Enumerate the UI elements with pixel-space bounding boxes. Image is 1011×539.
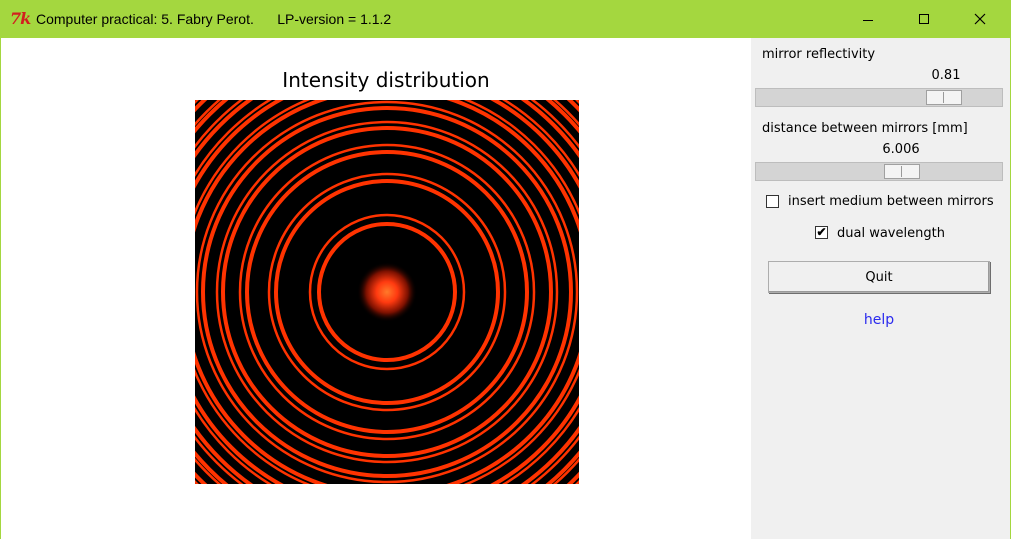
dual-wavelength-label: dual wavelength (837, 226, 945, 241)
medium-checkbox-label: insert medium between mirrors (788, 194, 994, 209)
distance-label: distance between mirrors [mm] (762, 121, 968, 136)
title-bar[interactable]: 7k Computer practical: 5. Fabry Perot. L… (0, 0, 1011, 38)
plot-area: Intensity distribution (1, 38, 751, 539)
dual-wavelength-checkbox[interactable]: ✔ (815, 226, 828, 239)
plot-title: Intensity distribution (282, 68, 490, 92)
close-icon (974, 13, 986, 25)
reflectivity-label: mirror reflectivity (762, 47, 876, 62)
maximize-button[interactable] (896, 0, 952, 38)
help-link[interactable]: help (751, 312, 1007, 328)
reflectivity-slider-handle[interactable] (926, 90, 962, 105)
quit-button[interactable]: Quit (768, 261, 990, 293)
maximize-icon (919, 14, 929, 24)
reflectivity-slider[interactable] (755, 88, 1003, 107)
close-button[interactable] (952, 0, 1008, 38)
center-spot (357, 262, 417, 322)
tk-logo-icon: 7k (10, 9, 31, 28)
control-panel: mirror reflectivity 0.81 distance betwee… (751, 38, 1010, 539)
reflectivity-value: 0.81 (931, 68, 961, 83)
minimize-button[interactable] (840, 0, 896, 38)
distance-slider-handle[interactable] (884, 164, 920, 179)
distance-value: 6.006 (882, 142, 920, 157)
distance-slider[interactable] (755, 162, 1003, 181)
window-title: Computer practical: 5. Fabry Perot. LP-v… (36, 11, 392, 27)
intensity-distribution-image (195, 100, 579, 484)
minimize-icon (863, 19, 873, 21)
medium-checkbox[interactable] (766, 195, 779, 208)
